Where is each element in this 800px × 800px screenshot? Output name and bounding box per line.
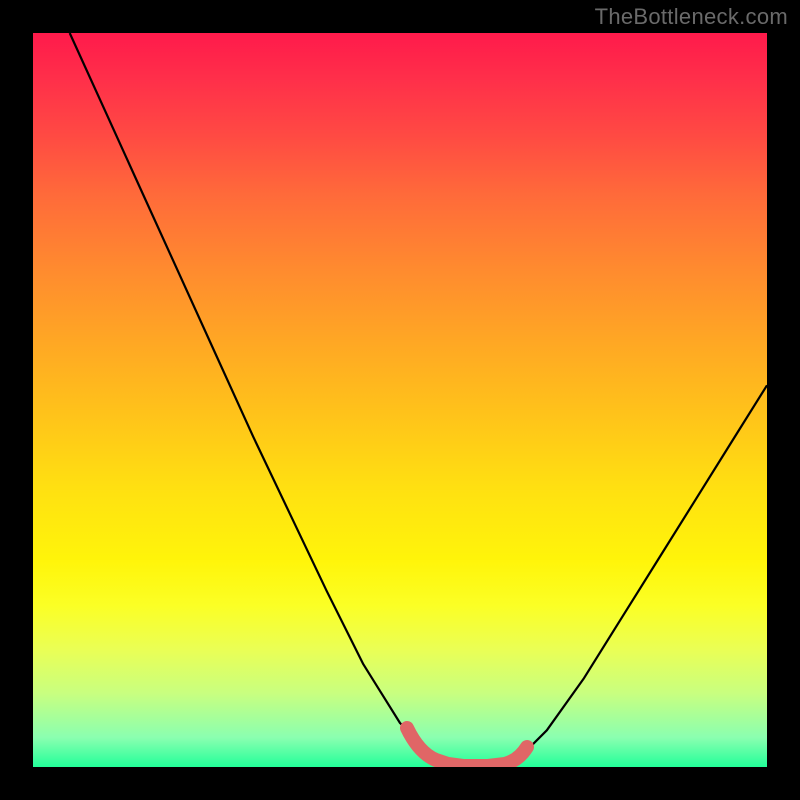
bottleneck-curve-path <box>70 33 767 767</box>
optimal-range-marker <box>407 728 527 766</box>
watermark-text: TheBottleneck.com <box>595 4 788 30</box>
chart-frame: TheBottleneck.com <box>0 0 800 800</box>
plot-area <box>33 33 767 767</box>
curve-svg <box>33 33 767 767</box>
